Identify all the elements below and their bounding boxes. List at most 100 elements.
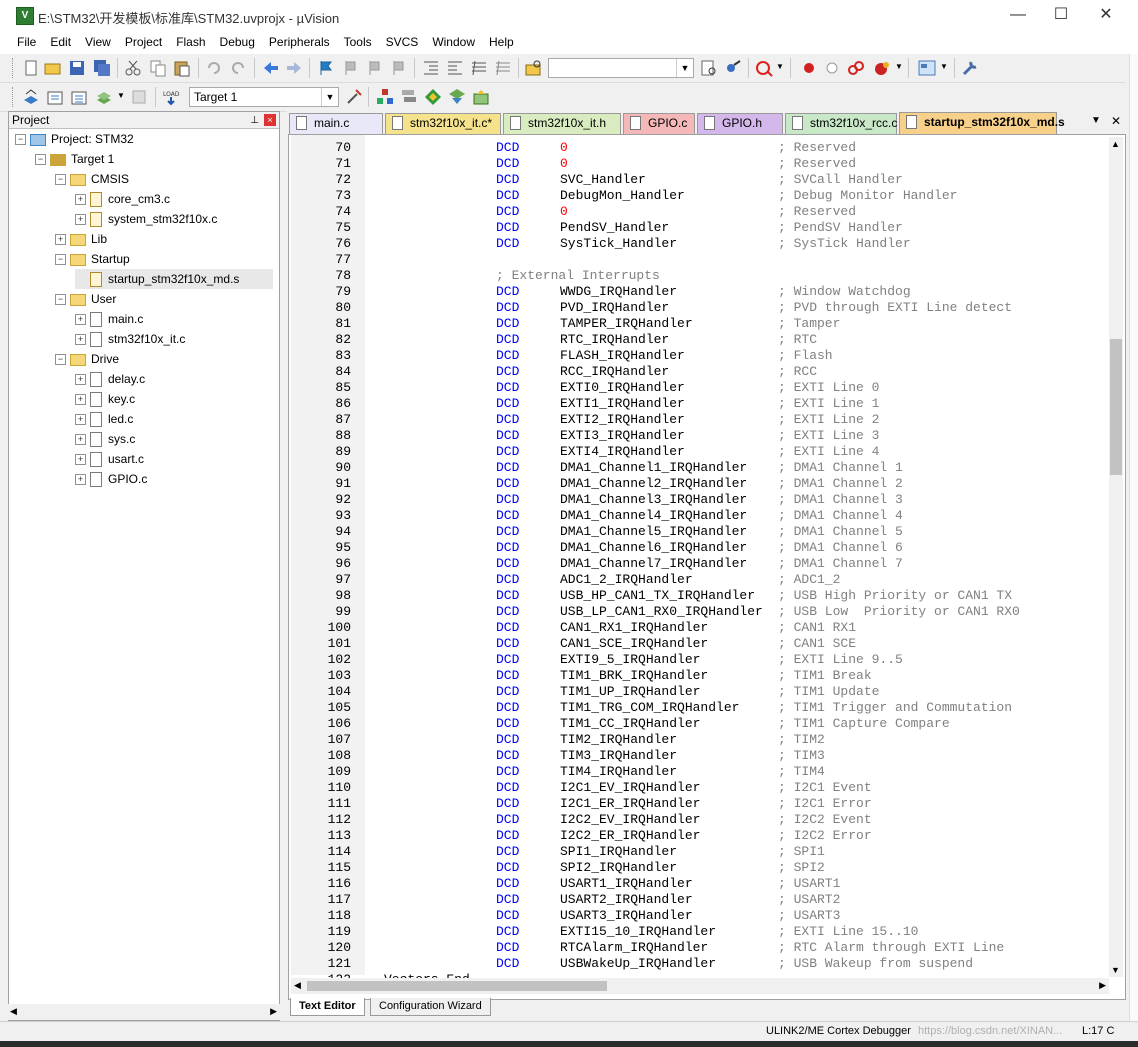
menu-svcs[interactable]: SVCS [379,32,426,49]
batch-build-icon[interactable] [95,88,113,106]
menu-peripherals[interactable]: Peripherals [262,32,337,49]
undo-icon[interactable] [205,59,223,77]
navigate-forward-icon[interactable] [285,59,303,77]
tab-text-editor[interactable]: Text Editor [290,998,365,1016]
menu-project[interactable]: Project [118,32,169,49]
scroll-left-arrow-icon[interactable]: ◀ [294,980,301,991]
disable-all-breakpoints-icon[interactable] [847,59,865,77]
close-tab-icon[interactable]: ✕ [1111,114,1121,128]
tree-item[interactable]: − Drive [55,349,119,369]
copy-icon[interactable] [149,59,167,77]
collapse-icon[interactable]: − [55,294,66,306]
prev-bookmark-icon[interactable] [342,59,360,77]
find-combo-chevron-down-icon[interactable]: ▼ [676,59,693,77]
tab-file[interactable]: stm32f10x_rcc.c [785,113,897,134]
target-select[interactable]: Target 1 ▼ [189,87,339,107]
tree-item[interactable]: + GPIO.c [75,469,147,489]
tree-item[interactable]: + stm32f10x_it.c [75,329,185,349]
next-bookmark-icon[interactable] [366,59,384,77]
download-load-icon[interactable]: LOAD [162,88,180,106]
menu-edit[interactable]: Edit [43,32,78,49]
scroll-up-arrow-icon[interactable]: ▲ [1111,139,1120,149]
redo-icon[interactable] [229,59,247,77]
expand-icon[interactable]: + [75,314,86,326]
tree-item[interactable]: + usart.c [75,449,144,469]
toolbar-grip[interactable] [12,87,16,107]
breakpoint-dropdown-chevron-down-icon[interactable]: ▼ [895,62,903,71]
collapse-icon[interactable]: − [55,254,66,266]
batch-dropdown-chevron-down-icon[interactable]: ▼ [117,91,125,100]
tree-item[interactable]: − Startup [55,249,130,269]
menu-view[interactable]: View [78,32,118,49]
open-file-icon[interactable] [44,59,62,77]
collapse-icon[interactable]: − [35,154,46,166]
tree-item[interactable]: + sys.c [75,429,135,449]
software-packs-icon[interactable] [472,88,490,106]
close-panel-icon[interactable]: × [264,114,276,126]
navigate-back-icon[interactable] [262,59,280,77]
expand-icon[interactable]: + [75,474,86,486]
tree-item[interactable]: − User [55,289,116,309]
tab-list-chevron-down-icon[interactable]: ▼ [1091,115,1101,126]
tree-item[interactable]: − CMSIS [55,169,129,189]
tree-item[interactable]: − Project: STM32 [15,129,134,149]
find-in-files-icon[interactable] [525,59,543,77]
expand-icon[interactable]: + [75,374,86,386]
pin-icon[interactable]: ⊥ [250,113,259,129]
paste-icon[interactable] [173,59,191,77]
tree-item[interactable]: + led.c [75,409,133,429]
scroll-left-arrow-icon[interactable]: ◀ [10,1006,17,1017]
rebuild-icon[interactable] [70,88,88,106]
tree-item[interactable]: + system_stm32f10x.c [75,209,217,229]
manage-rte-icon[interactable] [424,88,442,106]
pack-installer-icon[interactable] [448,88,466,106]
tree-item[interactable]: + main.c [75,309,143,329]
unindent-icon[interactable] [446,59,464,77]
menu-debug[interactable]: Debug [213,32,262,49]
scroll-down-arrow-icon[interactable]: ▼ [1111,965,1120,975]
tab-file[interactable]: main.c [289,113,383,134]
tree-item[interactable]: + delay.c [75,369,145,389]
tab-configuration-wizard[interactable]: Configuration Wizard [370,998,491,1016]
menu-window[interactable]: Window [425,32,482,49]
toolbar-grip[interactable] [12,58,16,78]
close-button[interactable]: ✕ [1086,4,1126,28]
collapse-icon[interactable]: − [15,134,26,146]
bookmark-icon[interactable] [317,59,335,77]
expand-icon[interactable]: + [75,414,86,426]
debug-dropdown-chevron-down-icon[interactable]: ▼ [776,62,784,71]
expand-icon[interactable]: + [75,334,86,346]
comment-icon[interactable] [470,59,488,77]
layout-dropdown-chevron-down-icon[interactable]: ▼ [940,62,948,71]
target-options-icon[interactable] [345,88,363,106]
expand-icon[interactable]: + [75,194,86,206]
maximize-button[interactable]: ☐ [1041,4,1081,28]
minimize-button[interactable]: — [998,4,1038,28]
expand-icon[interactable]: + [75,434,86,446]
build-icon[interactable] [46,88,64,106]
tab-file[interactable]: stm32f10x_it.c* [385,113,501,134]
kill-all-breakpoints-icon[interactable] [873,59,891,77]
tab-file[interactable]: startup_stm32f10x_md.s [899,112,1065,134]
tab-file[interactable]: stm32f10x_it.h [503,113,621,134]
project-horizontal-scrollbar[interactable]: ◀ ▶ [8,1004,280,1020]
menu-flash[interactable]: Flash [169,32,212,49]
translate-icon[interactable] [22,88,40,106]
horizontal-scroll-thumb[interactable] [307,981,607,991]
cut-icon[interactable] [124,59,142,77]
editor-vertical-scrollbar[interactable]: ▲ ▼ [1109,137,1123,977]
find-combo[interactable]: ▼ [548,58,694,78]
uncomment-icon[interactable] [494,59,512,77]
tree-item[interactable]: + core_cm3.c [75,189,170,209]
insert-breakpoint-icon[interactable] [800,59,818,77]
expand-icon[interactable]: + [55,234,66,246]
tree-item[interactable]: startup_stm32f10x_md.s [75,269,273,289]
code-editor[interactable]: 70 DCD 0 ; Reserved 71 DCD 0 ; Reserved 72 DCD SVC… [288,134,1126,1000]
menu-help[interactable]: Help [482,32,521,49]
scroll-right-arrow-icon[interactable]: ▶ [1099,980,1106,991]
clear-bookmarks-icon[interactable] [390,59,408,77]
target-select-chevron-down-icon[interactable]: ▼ [321,88,338,106]
expand-icon[interactable]: + [75,214,86,226]
new-file-icon[interactable] [22,59,40,77]
tree-item[interactable]: + key.c [75,389,135,409]
